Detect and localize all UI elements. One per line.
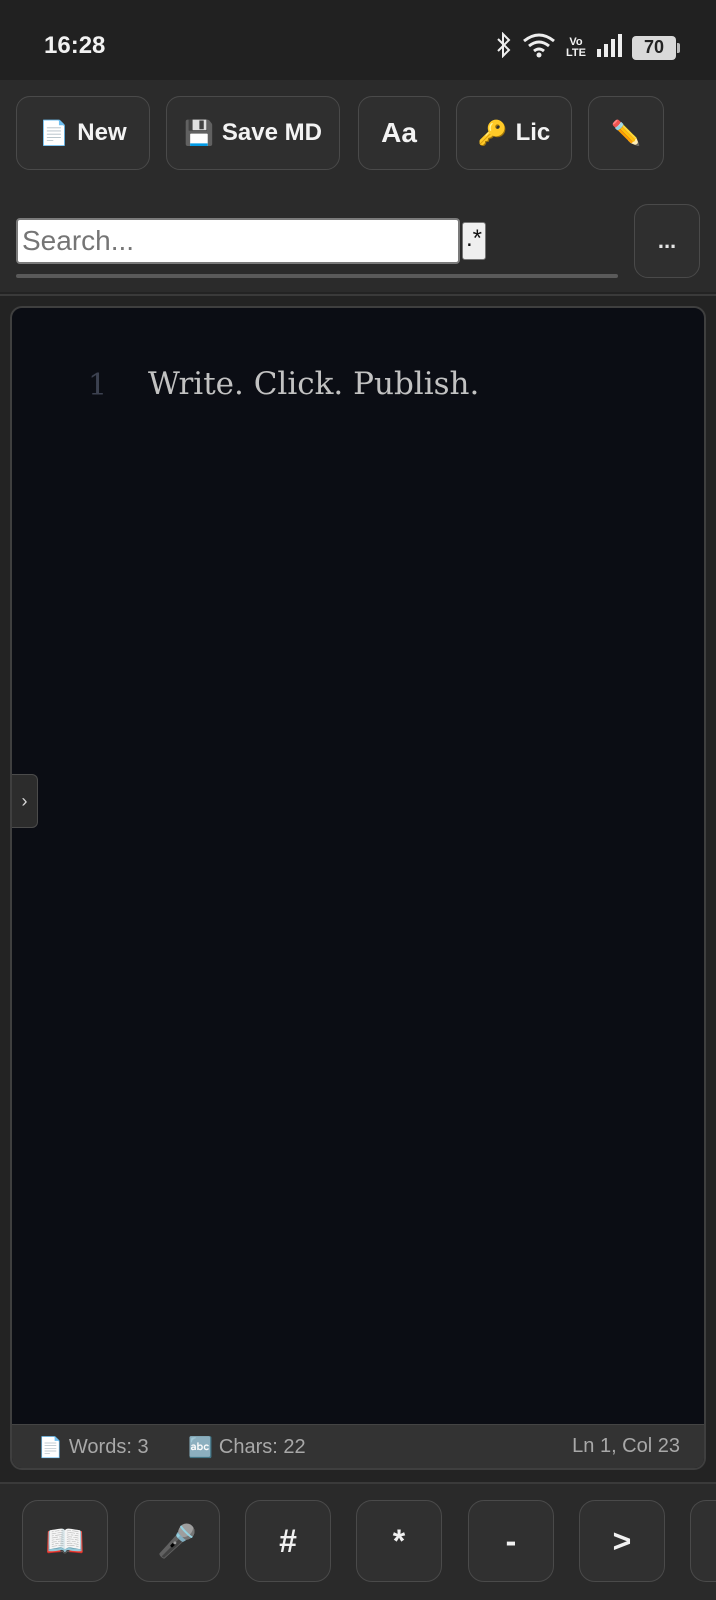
license-button[interactable]: 🔑 Lic xyxy=(456,96,572,170)
document-icon: 📄 xyxy=(38,1437,63,1459)
bottom-key-bar: 📖 🎤 # * - > xyxy=(0,1482,716,1600)
book-icon: 📖 xyxy=(45,1523,85,1559)
editor-line-text[interactable]: Write. Click. Publish. xyxy=(148,366,479,402)
font-button-label: Aa xyxy=(381,117,417,148)
wifi-icon xyxy=(522,32,556,63)
floppy-disk-icon: 💾 xyxy=(184,119,214,147)
editor[interactable]: 1 Write. Click. Publish. › 📄 Words: 3 🔤 … xyxy=(10,306,706,1470)
status-icons: Vo LTE 70 xyxy=(496,31,680,63)
bluetooth-icon xyxy=(496,31,512,63)
char-count-label: Chars: 22 xyxy=(218,1436,306,1458)
status-bar: 16:28 Vo LTE 70 xyxy=(0,0,716,80)
search-underline xyxy=(16,274,618,278)
regex-toggle-button[interactable]: .* xyxy=(462,222,486,260)
pencil-icon: ✏️ xyxy=(611,119,641,147)
word-count: 📄 Words: 3 xyxy=(38,1435,149,1460)
key-icon: 🔑 xyxy=(477,119,508,147)
microphone-button[interactable]: 🎤 xyxy=(134,1500,220,1582)
font-button[interactable]: Aa xyxy=(358,96,440,170)
line-number: 1 xyxy=(88,368,108,403)
new-button[interactable]: 📄 New xyxy=(16,96,150,170)
list-key-button[interactable]: - xyxy=(468,1500,554,1582)
char-count: 🔤 Chars: 22 xyxy=(188,1435,306,1460)
word-count-label: Words: 3 xyxy=(68,1436,149,1458)
battery-icon: 70 xyxy=(632,35,680,60)
microphone-icon: 🎤 xyxy=(157,1523,197,1559)
document-icon: 📄 xyxy=(39,119,70,147)
save-md-button[interactable]: 💾 Save MD xyxy=(166,96,340,170)
book-button[interactable]: 📖 xyxy=(22,1500,108,1582)
toolbar-divider xyxy=(0,294,716,296)
cursor-position: Ln 1, Col 23 xyxy=(572,1435,680,1457)
volte-icon: Vo LTE xyxy=(566,35,586,59)
sidebar-toggle-button[interactable]: › xyxy=(12,774,38,828)
status-time: 16:28 xyxy=(44,32,106,59)
next-key-button[interactable] xyxy=(690,1500,716,1582)
heading-key-button[interactable]: # xyxy=(245,1500,331,1582)
edit-button[interactable]: ✏️ xyxy=(588,96,664,170)
abc-icon: 🔤 xyxy=(188,1437,213,1459)
license-button-label: Lic xyxy=(515,119,551,146)
search-input[interactable] xyxy=(16,218,460,264)
signal-icon xyxy=(596,33,622,62)
new-button-label: New xyxy=(77,119,127,146)
save-md-button-label: Save MD xyxy=(221,119,322,146)
quote-key-button[interactable]: > xyxy=(579,1500,665,1582)
bold-key-button[interactable]: * xyxy=(356,1500,442,1582)
more-button[interactable]: ... xyxy=(634,204,700,278)
editor-status-bar: 📄 Words: 3 🔤 Chars: 22 Ln 1, Col 23 xyxy=(12,1424,704,1468)
